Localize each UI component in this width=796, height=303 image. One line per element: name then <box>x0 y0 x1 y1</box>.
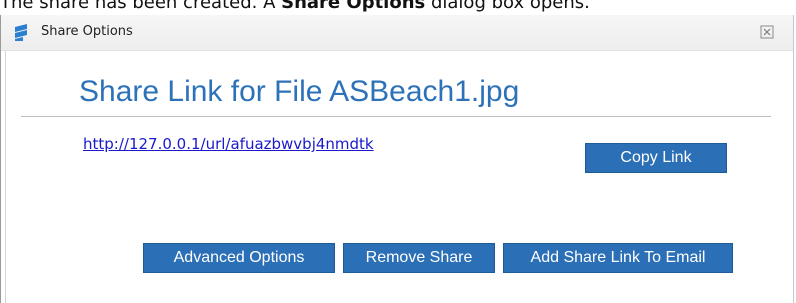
caption-bold: Share Options <box>281 0 426 13</box>
share-link[interactable]: http://127.0.0.1/url/afuazbwvbj4nmdtk <box>83 135 374 153</box>
dialog-title: Share Options <box>41 24 133 39</box>
close-icon[interactable] <box>759 24 775 40</box>
caption-suffix: dialog box opens. <box>425 0 590 13</box>
share-options-dialog: Share Options Share Link for File ASBeac… <box>0 15 794 303</box>
share-app-icon <box>15 24 27 41</box>
heading-divider <box>21 116 771 117</box>
copy-link-button[interactable]: Copy Link <box>585 143 727 173</box>
caption-prefix: The share has been created. A <box>0 0 282 13</box>
add-share-link-to-email-button[interactable]: Add Share Link To Email <box>503 243 733 273</box>
caption-text: The share has been created. A Share Opti… <box>0 0 796 14</box>
dialog-frame-line <box>5 15 6 303</box>
advanced-options-button[interactable]: Advanced Options <box>143 243 335 273</box>
share-heading: Share Link for File ASBeach1.jpg <box>79 75 520 108</box>
dialog-titlebar[interactable]: Share Options <box>1 15 793 51</box>
remove-share-button[interactable]: Remove Share <box>343 243 495 273</box>
